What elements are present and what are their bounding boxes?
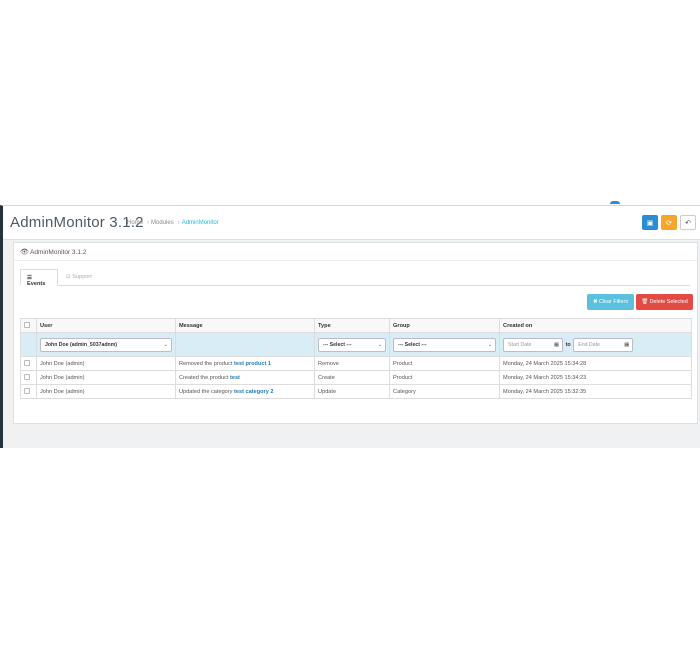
cell-message: Updated the category test category 2 [174,384,316,399]
end-date-input[interactable]: End Date ▦ [573,337,634,352]
cell-created-on: Monday, 24 March 2025 15:32:35 [499,384,692,399]
back-icon: ↶ [685,218,691,227]
user-filter-select[interactable]: John Doe (admin_5037adnm) ⌄ [39,337,172,352]
module-panel: 👁 AdminMonitor 3.1.2 ☰ Events ⊡ Support … [13,242,698,424]
filter-cell-group: --- Select --- ⌄ [389,332,501,357]
cell-created-on: Monday, 24 March 2025 15:34:28 [499,356,692,371]
column-header-type[interactable]: Type [314,318,391,333]
cell-group: Category [389,384,501,399]
chevron-down-icon: ⌄ [163,341,168,348]
cell-group: Product [389,356,501,371]
cell-created-on: Monday, 24 March 2025 15:34:23 [499,370,692,385]
cell-user: John Doe (admin) [35,384,176,399]
breadcrumb-separator: › [177,220,180,226]
table-header-row: User Message Type Group Created on [20,318,692,333]
table-row: John Doe (admin) Created the product tes… [20,370,692,385]
calendar-icon: ▦ [624,341,630,348]
cell-user: John Doe (admin) [35,356,176,371]
filter-cell-user: John Doe (admin_5037adnm) ⌄ [35,332,176,357]
tab-events[interactable]: ☰ Events [20,269,58,287]
chevron-down-icon: ⌄ [377,341,383,348]
page-title: AdminMonitor 3.1.2 [10,214,144,231]
row-select-cell [20,370,37,385]
start-date-placeholder: Start Date [508,341,532,348]
row-select-cell [20,356,37,371]
back-button[interactable]: ↶ [680,215,696,230]
cell-user: John Doe (admin) [35,370,176,385]
column-header-group[interactable]: Group [389,318,501,333]
cell-group: Product [389,370,501,385]
date-range-to-label: to [565,341,571,348]
group-filter-value: --- Select --- [398,341,427,348]
tab-events-label: Events [27,281,46,287]
tab-support-label: Support [72,274,92,280]
cell-message: Removed the product test product 1 [174,356,316,371]
panel-heading: 👁 AdminMonitor 3.1.2 [14,243,697,261]
column-header-message[interactable]: Message [174,318,316,333]
column-header-created-on[interactable]: Created on [499,318,692,333]
type-filter-value: --- Select --- [323,341,352,348]
eye-icon: 👁 [20,248,29,256]
delete-selected-button[interactable]: 🗑 Delete Selected [636,294,693,310]
filter-row: John Doe (admin_5037adnm) ⌄ --- Select --… [20,332,692,357]
message-link[interactable]: test product 1 [234,361,271,367]
select-all-checkbox[interactable] [24,322,30,329]
start-date-input[interactable]: Start Date ▦ [503,337,564,352]
decorative-indicator [610,201,620,204]
panel-title: AdminMonitor 3.1.2 [30,249,87,256]
cell-type: Update [314,384,391,399]
support-icon: ⊡ [66,274,71,280]
message-text: Removed the product [178,360,235,367]
table-row: John Doe (admin) Removed the product tes… [20,356,692,371]
cell-type: Create [314,370,391,385]
filter-cell-message [174,332,316,357]
row-select-cell [20,384,37,399]
filter-cell-created-on: Start Date ▦ to End Date ▦ [499,332,692,357]
admin-content-frame: AdminMonitor 3.1.2 Home › Modules › AdminMon… [0,205,700,448]
message-text: Created the product [178,374,230,381]
user-filter-value: John Doe (admin_5037adnm) [44,341,118,348]
message-text: Updated the category [178,388,235,395]
save-button[interactable]: ▣ [642,215,658,230]
group-filter-select[interactable]: --- Select --- ⌄ [393,337,497,352]
tab-bar: ☰ Events ⊡ Support [20,269,690,287]
table-row: John Doe (admin) Updated the category te… [20,384,692,399]
message-link[interactable]: test [230,375,240,381]
save-icon: ▣ [646,218,654,227]
events-table: User Message Type Group Created on John … [20,318,692,399]
column-header-user[interactable]: User [35,318,176,333]
breadcrumb: Home › Modules › AdminMonitor [127,220,221,226]
page-header: AdminMonitor 3.1.2 Home › Modules › AdminMon… [3,206,700,240]
breadcrumb-home[interactable]: Home [127,220,143,226]
cell-type: Remove [314,356,391,371]
clear-filters-label: Clear Filters [598,299,629,305]
refresh-button[interactable]: ⟳ [661,215,677,230]
select-all-cell [20,318,37,333]
end-date-placeholder: End Date [578,341,600,348]
calendar-icon: ▦ [553,341,560,348]
trash-icon: 🗑 [641,299,650,305]
breadcrumb-modules[interactable]: Modules [151,220,174,226]
filter-cell-type: --- Select --- ⌄ [314,332,391,357]
row-checkbox[interactable] [24,360,30,367]
filter-cell-empty [20,332,37,357]
breadcrumb-current[interactable]: AdminMonitor [182,220,219,226]
tab-support[interactable]: ⊡ Support [60,269,98,286]
delete-selected-label: Delete Selected [649,299,688,305]
type-filter-select[interactable]: --- Select --- ⌄ [318,337,387,352]
clear-filters-button[interactable]: ✖ Clear Filters [587,294,634,310]
refresh-icon: ⟳ [666,218,672,227]
cell-message: Created the product test [174,370,316,385]
message-link[interactable]: test category 2 [234,389,273,395]
breadcrumb-separator: › [147,220,150,226]
chevron-down-icon: ⌄ [487,341,493,348]
row-checkbox[interactable] [24,374,30,381]
row-checkbox[interactable] [24,388,30,395]
